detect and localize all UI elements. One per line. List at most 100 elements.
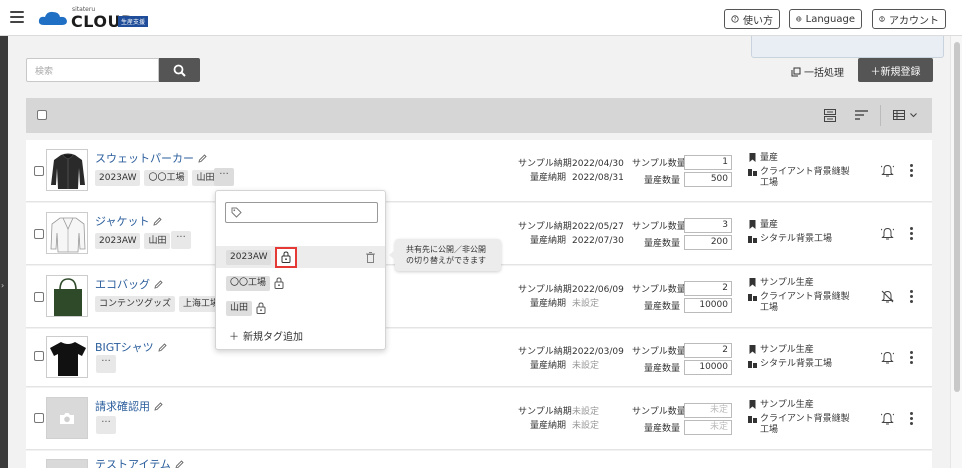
eco-bag-image: [54, 278, 82, 316]
sample-qty-input[interactable]: 3: [684, 217, 732, 233]
tag-menu-button[interactable]: ···: [214, 168, 234, 186]
tag-chip[interactable]: 2023AW: [95, 170, 141, 186]
list-header: [26, 98, 932, 133]
product-thumbnail[interactable]: [46, 336, 88, 378]
bulk-process-button[interactable]: 一括処理: [791, 64, 844, 79]
product-name-link[interactable]: ジャケット: [95, 213, 163, 229]
product-row[interactable]: テストアイテム: [26, 451, 932, 468]
search-input[interactable]: 検索: [26, 58, 159, 82]
pencil-icon[interactable]: [198, 153, 207, 163]
row-checkbox[interactable]: [34, 166, 44, 176]
sample-qty-input[interactable]: 2: [684, 280, 732, 296]
pencil-icon[interactable]: [154, 279, 163, 289]
lock-open-icon[interactable]: [274, 277, 284, 289]
bookmark-icon: [749, 153, 756, 162]
tag-option[interactable]: 〇〇工場: [216, 272, 385, 294]
language-button[interactable]: Language: [789, 9, 862, 29]
new-register-button[interactable]: ＋新規登録: [858, 58, 933, 82]
list-view-icon[interactable]: [893, 110, 905, 120]
mass-qty-input[interactable]: 未定: [684, 419, 732, 435]
row-checkbox[interactable]: [34, 229, 44, 239]
kebab-menu-icon[interactable]: [910, 412, 914, 427]
tag-chip[interactable]: コンテンツグッズ: [95, 296, 176, 312]
visibility-toggle-highlight[interactable]: [275, 246, 298, 268]
kebab-menu-icon[interactable]: [910, 164, 914, 179]
pencil-icon[interactable]: [158, 342, 167, 352]
visibility-tooltip: 共有先に公開／非公開 の切り替えができます: [389, 239, 501, 271]
bell-off-icon[interactable]: [881, 290, 894, 303]
bulk-process-label: 一括処理: [804, 68, 844, 79]
kebab-menu-icon[interactable]: [910, 227, 914, 242]
product-thumbnail[interactable]: [46, 459, 88, 468]
product-name-link[interactable]: エコバッグ: [95, 276, 163, 292]
product-row[interactable]: スウェットパーカー 2023AW 〇〇工場 山田 ··· サンプル納期 2022/…: [26, 140, 932, 202]
side-drawer-strip[interactable]: ›: [0, 36, 8, 468]
product-name-link[interactable]: BIGTシャツ: [95, 339, 167, 355]
row-checkbox[interactable]: [34, 413, 44, 423]
product-name: 請求確認用: [95, 400, 150, 413]
kebab-menu-icon[interactable]: [910, 351, 914, 366]
mass-qty-input[interactable]: 10000: [684, 359, 732, 375]
tag-menu-button[interactable]: ···: [96, 416, 116, 434]
mass-qty-input[interactable]: 200: [684, 234, 732, 250]
tag-search-input[interactable]: [225, 202, 378, 223]
bookmark-icon: [749, 220, 756, 229]
scrollbar-thumb[interactable]: [954, 42, 960, 392]
product-name-link[interactable]: 請求確認用: [95, 398, 163, 414]
pencil-icon[interactable]: [154, 401, 163, 411]
dropdown-panel-edge: [751, 36, 944, 58]
kebab-menu-icon[interactable]: [910, 290, 914, 305]
tag-chip[interactable]: 山田: [144, 233, 171, 249]
mass-qty-input[interactable]: 10000: [684, 297, 732, 313]
search-button[interactable]: [159, 58, 200, 82]
lock-open-icon[interactable]: [256, 302, 266, 314]
product-thumbnail[interactable]: [46, 212, 88, 254]
language-label: Language: [805, 13, 855, 25]
mass-qty-label: 量産数量: [643, 238, 680, 249]
product-name-link[interactable]: スウェットパーカー: [95, 150, 207, 166]
add-tag-button[interactable]: ＋ 新規タグ追加: [229, 328, 303, 343]
copy-icon: [791, 67, 801, 76]
product-name-link[interactable]: テストアイテム: [95, 456, 184, 468]
pencil-icon[interactable]: [153, 216, 163, 226]
product-row[interactable]: エコバッグ コンテンツグッズ 上海工場 サンプル納期 2022/06/09 量産納…: [26, 266, 932, 328]
pencil-icon[interactable]: [175, 459, 184, 468]
hamburger-menu-icon[interactable]: [10, 11, 24, 23]
sample-qty-input[interactable]: 1: [684, 154, 732, 170]
account-button[interactable]: アカウント: [872, 9, 946, 29]
mass-qty-label: 量産数量: [643, 175, 680, 186]
product-row[interactable]: BIGTシャツ ··· サンプル納期 2022/03/09 量産納期 未設定 サンプ…: [26, 329, 932, 387]
row-checkbox[interactable]: [34, 292, 44, 302]
bell-icon[interactable]: [881, 164, 894, 177]
tag-menu-button[interactable]: ···: [171, 231, 191, 249]
tag-chip[interactable]: 〇〇工場: [144, 170, 189, 186]
product-row[interactable]: 請求確認用 ··· サンプル納期 未設定 量産納期 未設定 サンプル数量 未定 量産数…: [26, 388, 932, 450]
product-thumbnail[interactable]: [46, 275, 88, 317]
chevron-down-icon[interactable]: [910, 113, 917, 118]
sample-delivery-label: サンプル納期: [518, 159, 572, 169]
help-button[interactable]: ? 使い方: [724, 9, 780, 29]
bell-icon[interactable]: [881, 351, 894, 364]
bell-icon[interactable]: [881, 227, 894, 240]
trash-icon[interactable]: [366, 252, 375, 263]
card-view-icon[interactable]: [824, 109, 836, 122]
select-all-checkbox[interactable]: [37, 110, 47, 120]
tag-chip[interactable]: 2023AW: [95, 233, 141, 249]
product-thumbnail[interactable]: [46, 149, 88, 191]
bell-icon[interactable]: [881, 412, 894, 425]
mass-qty-input[interactable]: 500: [684, 171, 732, 187]
sample-delivery-date: 2022/06/09: [572, 285, 624, 295]
search-placeholder: 検索: [35, 66, 54, 77]
mass-delivery-date: 2022/07/30: [572, 236, 624, 246]
tag-option[interactable]: 山田: [216, 297, 385, 319]
sample-qty-input[interactable]: 2: [684, 342, 732, 358]
mass-delivery-label: 量産納期: [529, 173, 566, 183]
lock-open-icon: [281, 251, 291, 263]
row-checkbox[interactable]: [34, 351, 44, 361]
scrollbar[interactable]: [950, 36, 962, 468]
tag-menu-button[interactable]: ···: [96, 355, 116, 373]
sort-icon[interactable]: [855, 110, 868, 120]
tag-option[interactable]: 2023AW: [216, 246, 385, 268]
sample-qty-input[interactable]: 未定: [684, 402, 732, 418]
product-thumbnail[interactable]: [46, 397, 88, 439]
